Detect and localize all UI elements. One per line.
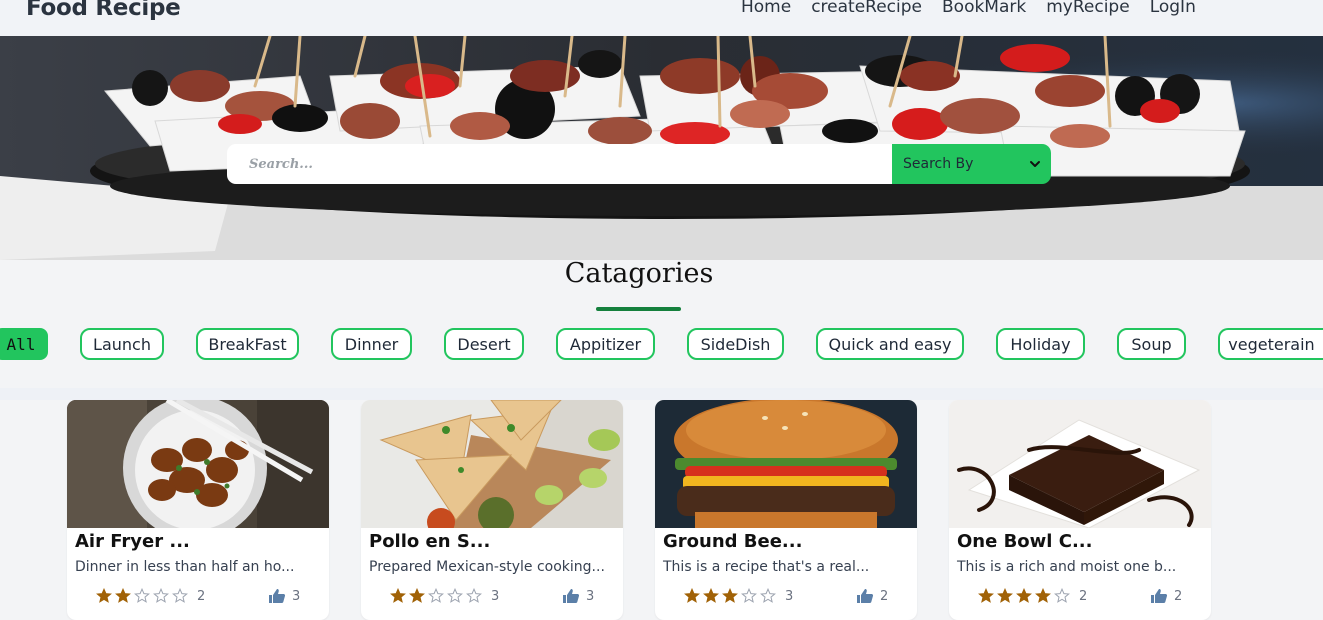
categories-title: Catagories [564,258,714,289]
recipe-title: Ground Bee... [663,531,803,552]
nav-links: Home createRecipe BookMark myRecipe LogI… [741,0,1196,17]
star-empty-icon [466,588,482,603]
recipe-title: Air Fryer ... [75,531,190,552]
nav-my-recipe-link[interactable]: myRecipe [1046,0,1129,17]
likes-number: 2 [1174,588,1183,604]
rating-stars: 2 [96,588,205,604]
recipe-image-chicken-bowl [67,400,329,528]
likes-number: 2 [880,588,889,604]
likes-count[interactable]: 3 [268,588,300,604]
rating-number: 3 [785,588,794,604]
rating-stars: 3 [684,588,793,604]
star-filled-icon [96,588,112,603]
category-chip-appitizer[interactable]: Appitizer [556,328,655,360]
star-filled-icon [390,588,406,603]
chevron-down-icon [1030,161,1040,167]
search-bar: Search By [227,144,1051,184]
rating-stars: 3 [390,588,499,604]
star-filled-icon [684,588,700,603]
recipe-description: Dinner in less than half an ho... [75,559,295,575]
recipe-description: This is a rich and moist one b... [957,559,1177,575]
star-empty-icon [760,588,776,603]
rating-number: 3 [491,588,500,604]
star-filled-icon [1035,588,1051,603]
thumbs-up-icon [269,589,286,603]
recipe-card[interactable]: Air Fryer ... Dinner in less than half a… [67,400,329,620]
category-chip-vegeterain[interactable]: vegeterain [1218,328,1323,360]
category-chip-all[interactable]: All [0,328,48,360]
star-empty-icon [741,588,757,603]
nav-login-link[interactable]: LogIn [1150,0,1196,17]
thumbs-up-icon [1151,589,1168,603]
category-chip-soup[interactable]: Soup [1117,328,1186,360]
rating-number: 2 [197,588,206,604]
star-empty-icon [1054,588,1070,603]
likes-count[interactable]: 2 [1150,588,1182,604]
recipe-image-brownie [949,400,1211,528]
star-filled-icon [409,588,425,603]
star-filled-icon [703,588,719,603]
category-chip-sidedish[interactable]: SideDish [687,328,784,360]
recipe-title: Pollo en S... [369,531,491,552]
recipe-description: This is a recipe that's a real... [663,559,870,575]
star-filled-icon [997,588,1013,603]
recipe-description: Prepared Mexican-style cooking... [369,559,605,575]
category-chip-holiday[interactable]: Holiday [996,328,1085,360]
category-chip-quick-and-easy[interactable]: Quick and easy [816,328,964,360]
search-input[interactable] [227,144,892,184]
brand-logo[interactable]: Food Recipe [26,0,181,21]
search-by-select[interactable]: Search By [892,144,1051,184]
search-by-label: Search By [903,156,974,172]
star-empty-icon [172,588,188,603]
category-chip-dinner[interactable]: Dinner [331,328,412,360]
recipe-card[interactable]: Ground Bee... This is a recipe that's a … [655,400,917,620]
star-empty-icon [153,588,169,603]
nav-home-link[interactable]: Home [741,0,791,17]
rating-number: 2 [1079,588,1088,604]
categories-underline [596,307,681,311]
likes-count[interactable]: 2 [856,588,888,604]
star-filled-icon [1016,588,1032,603]
rating-stars: 2 [978,588,1087,604]
thumbs-up-icon [563,589,580,603]
likes-number: 3 [586,588,595,604]
star-filled-icon [115,588,131,603]
thumbs-up-icon [857,589,874,603]
likes-count[interactable]: 3 [562,588,594,604]
navbar: Food Recipe Home createRecipe BookMark m… [0,0,1323,36]
category-chip-desert[interactable]: Desert [444,328,524,360]
star-empty-icon [447,588,463,603]
recipe-image-quesadilla [361,400,623,528]
likes-number: 3 [292,588,301,604]
star-empty-icon [428,588,444,603]
hero-banner: Search By [0,36,1323,260]
section-divider [0,388,1323,400]
recipe-image-burger [655,400,917,528]
star-filled-icon [978,588,994,603]
category-chip-launch[interactable]: Launch [80,328,164,360]
category-chip-breakfast[interactable]: BreakFast [196,328,299,360]
recipe-title: One Bowl C... [957,531,1093,552]
star-empty-icon [134,588,150,603]
recipe-card[interactable]: One Bowl C... This is a rich and moist o… [949,400,1211,620]
nav-bookmark-link[interactable]: BookMark [942,0,1026,17]
recipe-card[interactable]: Pollo en S... Prepared Mexican-style coo… [361,400,623,620]
nav-create-recipe-link[interactable]: createRecipe [811,0,922,17]
star-filled-icon [722,588,738,603]
